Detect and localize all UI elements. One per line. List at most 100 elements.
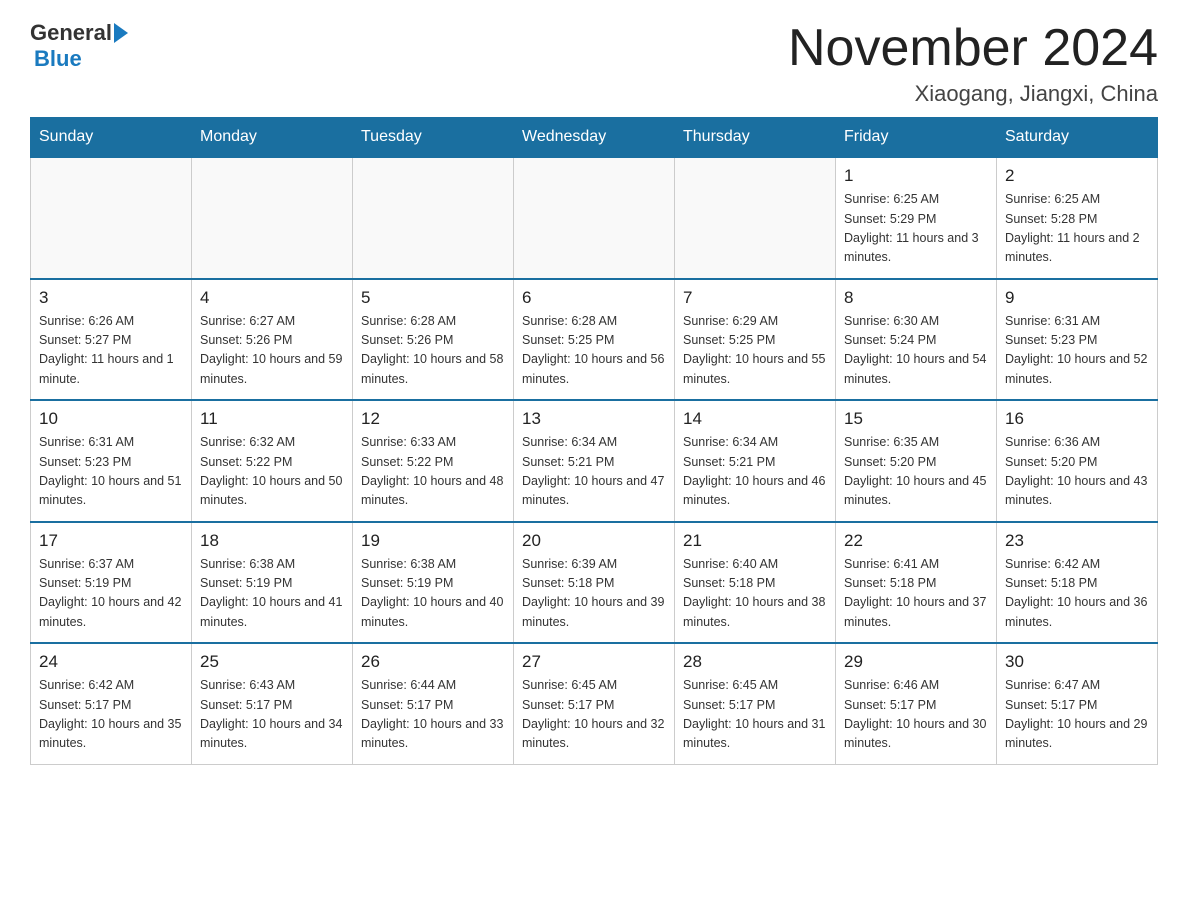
title-section: November 2024 Xiaogang, Jiangxi, China xyxy=(788,20,1158,107)
day-info: Sunrise: 6:37 AMSunset: 5:19 PMDaylight:… xyxy=(39,555,183,633)
day-number: 19 xyxy=(361,531,505,551)
calendar-cell: 4 Sunrise: 6:27 AMSunset: 5:26 PMDaylight… xyxy=(192,279,353,401)
day-number: 15 xyxy=(844,409,988,429)
calendar-cell: 30 Sunrise: 6:47 AMSunset: 5:17 PMDayligh… xyxy=(997,643,1158,764)
day-info: Sunrise: 6:30 AMSunset: 5:24 PMDaylight:… xyxy=(844,312,988,390)
calendar-cell: 18 Sunrise: 6:38 AMSunset: 5:19 PMDayligh… xyxy=(192,522,353,644)
page-header: General Blue November 2024 Xiaogang, Jia… xyxy=(30,20,1158,107)
day-info: Sunrise: 6:46 AMSunset: 5:17 PMDaylight:… xyxy=(844,676,988,754)
week-row-2: 3 Sunrise: 6:26 AMSunset: 5:27 PMDaylight… xyxy=(31,279,1158,401)
day-number: 10 xyxy=(39,409,183,429)
day-info: Sunrise: 6:34 AMSunset: 5:21 PMDaylight:… xyxy=(683,433,827,511)
logo-general: General xyxy=(30,20,112,46)
calendar-cell: 6 Sunrise: 6:28 AMSunset: 5:25 PMDaylight… xyxy=(514,279,675,401)
location-label: Xiaogang, Jiangxi, China xyxy=(788,81,1158,107)
day-number: 6 xyxy=(522,288,666,308)
day-number: 24 xyxy=(39,652,183,672)
week-row-4: 17Sunrise: 6:37 AMSunset: 5:19 PMDayligh… xyxy=(31,522,1158,644)
day-info: Sunrise: 6:43 AMSunset: 5:17 PMDaylight:… xyxy=(200,676,344,754)
day-number: 13 xyxy=(522,409,666,429)
day-info: Sunrise: 6:27 AMSunset: 5:26 PMDaylight:… xyxy=(200,312,344,390)
day-number: 27 xyxy=(522,652,666,672)
calendar-cell: 24Sunrise: 6:42 AMSunset: 5:17 PMDayligh… xyxy=(31,643,192,764)
day-number: 23 xyxy=(1005,531,1149,551)
logo-blue: Blue xyxy=(34,46,82,71)
day-info: Sunrise: 6:31 AMSunset: 5:23 PMDaylight:… xyxy=(39,433,183,511)
day-number: 18 xyxy=(200,531,344,551)
month-title: November 2024 xyxy=(788,20,1158,77)
calendar-header-row: SundayMondayTuesdayWednesdayThursdayFrid… xyxy=(31,118,1158,158)
calendar-cell: 5 Sunrise: 6:28 AMSunset: 5:26 PMDaylight… xyxy=(353,279,514,401)
calendar-header-friday: Friday xyxy=(836,118,997,158)
day-number: 30 xyxy=(1005,652,1149,672)
calendar-cell xyxy=(192,157,353,279)
calendar-cell: 28 Sunrise: 6:45 AMSunset: 5:17 PMDayligh… xyxy=(675,643,836,764)
day-info: Sunrise: 6:35 AMSunset: 5:20 PMDaylight:… xyxy=(844,433,988,511)
day-info: Sunrise: 6:38 AMSunset: 5:19 PMDaylight:… xyxy=(361,555,505,633)
day-number: 26 xyxy=(361,652,505,672)
day-number: 4 xyxy=(200,288,344,308)
day-number: 25 xyxy=(200,652,344,672)
calendar-cell: 13 Sunrise: 6:34 AMSunset: 5:21 PMDayligh… xyxy=(514,400,675,522)
day-info: Sunrise: 6:45 AMSunset: 5:17 PMDaylight:… xyxy=(683,676,827,754)
day-number: 22 xyxy=(844,531,988,551)
day-info: Sunrise: 6:38 AMSunset: 5:19 PMDaylight:… xyxy=(200,555,344,633)
day-info: Sunrise: 6:41 AMSunset: 5:18 PMDaylight:… xyxy=(844,555,988,633)
calendar-cell: 10 Sunrise: 6:31 AMSunset: 5:23 PMDayligh… xyxy=(31,400,192,522)
day-number: 5 xyxy=(361,288,505,308)
calendar-cell: 11 Sunrise: 6:32 AMSunset: 5:22 PMDayligh… xyxy=(192,400,353,522)
day-number: 14 xyxy=(683,409,827,429)
day-number: 2 xyxy=(1005,166,1149,186)
calendar-cell: 9 Sunrise: 6:31 AMSunset: 5:23 PMDaylight… xyxy=(997,279,1158,401)
day-info: Sunrise: 6:28 AMSunset: 5:26 PMDaylight:… xyxy=(361,312,505,390)
day-info: Sunrise: 6:31 AMSunset: 5:23 PMDaylight:… xyxy=(1005,312,1149,390)
calendar-cell: 20Sunrise: 6:39 AMSunset: 5:18 PMDayligh… xyxy=(514,522,675,644)
logo-arrow-icon xyxy=(114,23,128,43)
calendar-cell: 3 Sunrise: 6:26 AMSunset: 5:27 PMDaylight… xyxy=(31,279,192,401)
day-info: Sunrise: 6:44 AMSunset: 5:17 PMDaylight:… xyxy=(361,676,505,754)
calendar-cell: 16 Sunrise: 6:36 AMSunset: 5:20 PMDayligh… xyxy=(997,400,1158,522)
day-number: 1 xyxy=(844,166,988,186)
day-info: Sunrise: 6:45 AMSunset: 5:17 PMDaylight:… xyxy=(522,676,666,754)
day-number: 29 xyxy=(844,652,988,672)
day-number: 8 xyxy=(844,288,988,308)
day-number: 3 xyxy=(39,288,183,308)
week-row-3: 10 Sunrise: 6:31 AMSunset: 5:23 PMDayligh… xyxy=(31,400,1158,522)
day-info: Sunrise: 6:42 AMSunset: 5:18 PMDaylight:… xyxy=(1005,555,1149,633)
calendar-cell: 21Sunrise: 6:40 AMSunset: 5:18 PMDayligh… xyxy=(675,522,836,644)
calendar-cell xyxy=(353,157,514,279)
day-info: Sunrise: 6:34 AMSunset: 5:21 PMDaylight:… xyxy=(522,433,666,511)
week-row-1: 1 Sunrise: 6:25 AMSunset: 5:29 PMDaylight… xyxy=(31,157,1158,279)
day-info: Sunrise: 6:33 AMSunset: 5:22 PMDaylight:… xyxy=(361,433,505,511)
day-info: Sunrise: 6:36 AMSunset: 5:20 PMDaylight:… xyxy=(1005,433,1149,511)
calendar-cell: 23 Sunrise: 6:42 AMSunset: 5:18 PMDayligh… xyxy=(997,522,1158,644)
day-number: 28 xyxy=(683,652,827,672)
day-number: 11 xyxy=(200,409,344,429)
calendar-header-wednesday: Wednesday xyxy=(514,118,675,158)
calendar-cell xyxy=(514,157,675,279)
calendar-cell: 17Sunrise: 6:37 AMSunset: 5:19 PMDayligh… xyxy=(31,522,192,644)
calendar-header-monday: Monday xyxy=(192,118,353,158)
calendar-header-sunday: Sunday xyxy=(31,118,192,158)
calendar-cell: 14 Sunrise: 6:34 AMSunset: 5:21 PMDayligh… xyxy=(675,400,836,522)
day-info: Sunrise: 6:28 AMSunset: 5:25 PMDaylight:… xyxy=(522,312,666,390)
calendar-cell: 12Sunrise: 6:33 AMSunset: 5:22 PMDayligh… xyxy=(353,400,514,522)
day-info: Sunrise: 6:32 AMSunset: 5:22 PMDaylight:… xyxy=(200,433,344,511)
calendar-cell: 8 Sunrise: 6:30 AMSunset: 5:24 PMDaylight… xyxy=(836,279,997,401)
calendar-cell: 22 Sunrise: 6:41 AMSunset: 5:18 PMDayligh… xyxy=(836,522,997,644)
calendar-cell: 2Sunrise: 6:25 AMSunset: 5:28 PMDaylight… xyxy=(997,157,1158,279)
week-row-5: 24Sunrise: 6:42 AMSunset: 5:17 PMDayligh… xyxy=(31,643,1158,764)
day-info: Sunrise: 6:40 AMSunset: 5:18 PMDaylight:… xyxy=(683,555,827,633)
day-number: 9 xyxy=(1005,288,1149,308)
day-info: Sunrise: 6:47 AMSunset: 5:17 PMDaylight:… xyxy=(1005,676,1149,754)
day-number: 7 xyxy=(683,288,827,308)
calendar-cell: 27 Sunrise: 6:45 AMSunset: 5:17 PMDayligh… xyxy=(514,643,675,764)
calendar-header-tuesday: Tuesday xyxy=(353,118,514,158)
day-info: Sunrise: 6:26 AMSunset: 5:27 PMDaylight:… xyxy=(39,312,183,390)
calendar-cell: 15 Sunrise: 6:35 AMSunset: 5:20 PMDayligh… xyxy=(836,400,997,522)
day-number: 16 xyxy=(1005,409,1149,429)
day-info: Sunrise: 6:25 AMSunset: 5:29 PMDaylight:… xyxy=(844,190,988,268)
day-info: Sunrise: 6:29 AMSunset: 5:25 PMDaylight:… xyxy=(683,312,827,390)
day-info: Sunrise: 6:39 AMSunset: 5:18 PMDaylight:… xyxy=(522,555,666,633)
calendar-cell: 7 Sunrise: 6:29 AMSunset: 5:25 PMDaylight… xyxy=(675,279,836,401)
